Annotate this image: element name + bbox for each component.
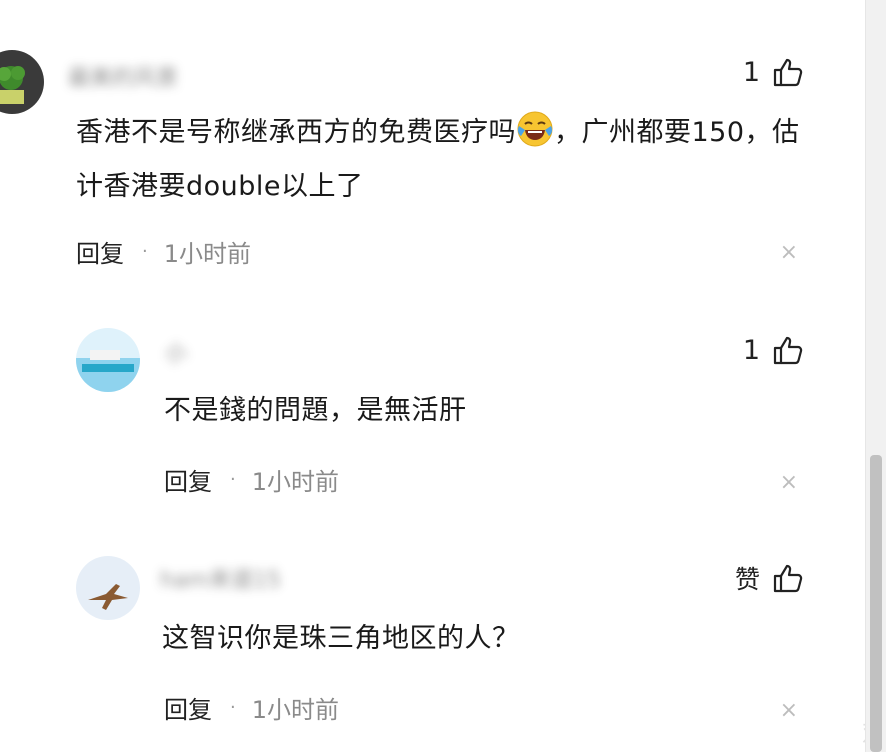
avatar-plant-image	[0, 50, 44, 114]
comment-meta: 回复 · 1小时前	[164, 690, 339, 725]
thumbs-up-icon[interactable]	[772, 562, 804, 594]
comment-2: 小 1 不是錢的問題，是無活肝 回复 · 1小时前 ×	[0, 300, 866, 530]
scrollbar[interactable]	[865, 0, 886, 752]
username[interactable]: ham来道15	[160, 562, 281, 594]
like-label: 赞	[734, 565, 760, 594]
close-icon[interactable]: ×	[780, 698, 798, 723]
like-control[interactable]: 1	[743, 56, 804, 88]
username[interactable]: 最美的风景	[68, 60, 178, 92]
timestamp: 1小时前	[163, 240, 252, 268]
thumbs-up-icon[interactable]	[772, 56, 804, 88]
timestamp: 1小时前	[251, 696, 340, 724]
like-count: 1	[742, 334, 760, 366]
comment-meta: 回复 · 1小时前	[164, 462, 339, 497]
reply-button[interactable]: 回复	[164, 690, 212, 725]
close-icon[interactable]: ×	[780, 240, 798, 265]
scrollbar-thumb[interactable]	[870, 455, 882, 752]
avatar-pool-image	[76, 328, 140, 392]
avatar[interactable]	[76, 556, 140, 620]
thumbs-up-icon[interactable]	[772, 334, 804, 366]
username[interactable]: 小	[165, 336, 187, 368]
laughing-crying-emoji-icon	[517, 111, 553, 147]
comment-text: 这智识你是珠三角地区的人？	[162, 623, 520, 654]
reply-button[interactable]: 回复	[164, 462, 212, 497]
separator-dot: ·	[142, 241, 148, 262]
comment-3: ham来道15 赞 这智识你是珠三角地区的人？ 回复 · 1小时前 ×	[0, 530, 866, 752]
like-count: 1	[742, 56, 760, 88]
comment-meta: 回复 · 1小时前	[76, 234, 251, 269]
close-icon[interactable]: ×	[780, 470, 798, 495]
separator-dot: ·	[230, 469, 236, 490]
reply-button[interactable]: 回复	[76, 234, 124, 269]
like-control[interactable]: 赞	[735, 560, 804, 596]
separator-dot: ·	[230, 697, 236, 718]
avatar-bird-image	[76, 556, 140, 620]
avatar[interactable]	[76, 328, 140, 392]
comment-1: 最美的风景 1 香港不是号称继承西方的免费医疗吗 ，广州都要150，估计香港要d…	[0, 0, 866, 300]
comment-text: 香港不是号称继承西方的免费医疗吗 ，广州都要150，估计香港要double以上了	[76, 106, 816, 214]
avatar[interactable]	[0, 50, 44, 114]
comment-text: 不是錢的問題，是無活肝	[164, 395, 467, 426]
timestamp: 1小时前	[251, 468, 340, 496]
like-control[interactable]: 1	[743, 334, 804, 366]
